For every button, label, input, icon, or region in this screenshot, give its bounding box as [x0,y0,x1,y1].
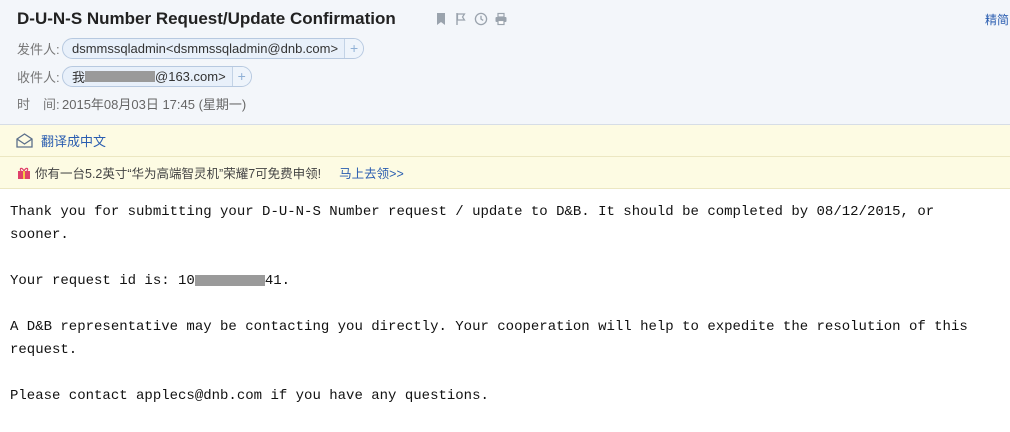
clock-icon[interactable] [474,12,488,26]
body-paragraph-request-id: Your request id is: 10 41. [10,270,1000,293]
bookmark-icon[interactable] [434,12,448,26]
promo-bar: 你有一台5.2英寸“华为高端智灵机”荣耀7可免费申领! 马上去领>> [0,157,1010,189]
body-paragraph-representative: A D&B representative may be contacting y… [10,319,968,358]
recipient-suffix: @163.com> [155,68,226,84]
translate-icon [16,133,33,148]
body-paragraph-contact: Please contact applecs@dnb.com if you ha… [10,388,489,404]
sender-name: dsmmssqladmin [72,40,166,56]
request-id-prefix: Your request id is: 10 [10,273,195,289]
recipient-row: 收件人: 我 @163.com> + [17,65,252,87]
time-label: 时 间: [17,96,60,112]
recipient-prefix: 我 [72,69,86,85]
recipient-chip[interactable]: 我 @163.com> + [62,65,252,87]
sent-time: 2015年08月03日 17:45 (星期一) [62,96,247,112]
simplified-view-link[interactable]: 精简 [985,11,1009,28]
subject-icon-toolbar [434,12,508,26]
print-icon[interactable] [494,12,508,26]
translate-bar: 翻译成中文 [0,125,1010,157]
recipient-label: 收件人: [17,69,60,85]
gift-icon [18,167,30,179]
email-header: D-U-N-S Number Request/Update Confirmati… [0,0,1010,125]
translate-to-chinese-link[interactable]: 翻译成中文 [41,131,106,150]
email-body: Thank you for submitting your D-U-N-S Nu… [10,201,1000,431]
body-paragraph-completion: Thank you for submitting your D-U-N-S Nu… [10,204,935,243]
flag-icon[interactable] [454,12,468,26]
promo-claim-link[interactable]: 马上去领>> [339,163,404,182]
request-id-suffix: 41. [264,273,291,289]
sender-chip[interactable]: dsmmssqladmin <dsmmssqladmin@dnb.com> + [62,37,365,59]
sender-row: 发件人: dsmmssqladmin <dsmmssqladmin@dnb.com… [17,37,365,59]
time-row: 时 间: 2015年08月03日 17:45 (星期一) [17,92,246,114]
sender-label: 发件人: [17,41,60,57]
email-subject: D-U-N-S Number Request/Update Confirmati… [17,9,396,28]
promo-text: 你有一台5.2英寸“华为高端智灵机”荣耀7可免费申领! [35,167,322,181]
add-sender-contact-button[interactable]: + [344,38,364,58]
add-recipient-contact-button[interactable]: + [231,66,251,86]
redacted-recipient-name [85,70,156,82]
sender-address: <dsmmssqladmin@dnb.com> [165,40,339,56]
redacted-request-id [194,274,265,286]
